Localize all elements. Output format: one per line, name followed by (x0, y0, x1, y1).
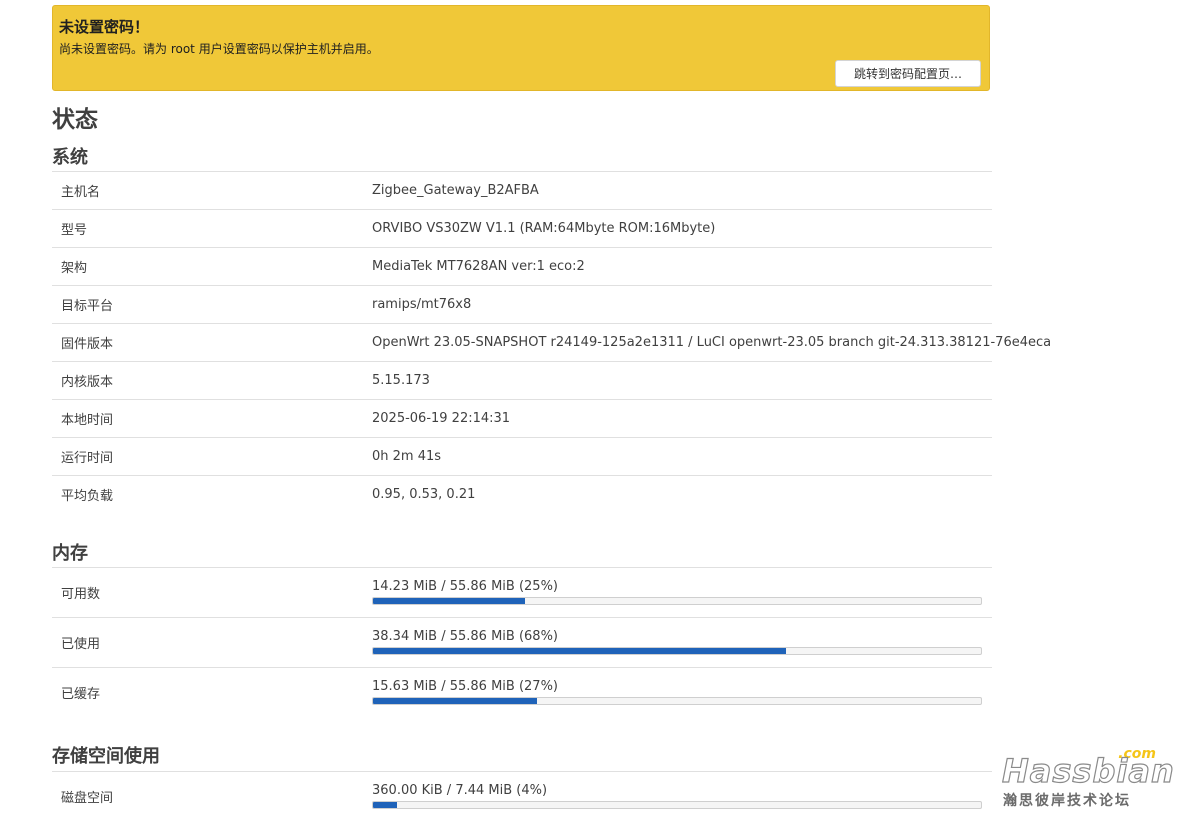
row-label: 架构 (61, 261, 88, 276)
row-label: 平均负载 (61, 489, 114, 504)
progress-track (372, 647, 982, 655)
row-label: 已使用 (61, 637, 101, 652)
row-value: Zigbee_Gateway_B2AFBA (372, 183, 539, 198)
row-label: 本地时间 (61, 413, 114, 428)
table-row: 可用数 14.23 MiB / 55.86 MiB (25%) (52, 567, 992, 617)
table-row: 本地时间 2025-06-19 22:14:31 (52, 399, 992, 437)
table-row: 型号 ORVIBO VS30ZW V1.1 (RAM:64Mbyte ROM:16… (52, 209, 992, 247)
row-value: 0h 2m 41s (372, 449, 442, 464)
row-label: 运行时间 (61, 451, 114, 466)
progress-bar: 38.34 MiB / 55.86 MiB (68%) (372, 630, 982, 655)
row-value: MediaTek MT7628AN ver:1 eco:2 (372, 259, 585, 274)
table-row: 目标平台 ramips/mt76x8 (52, 285, 992, 323)
row-label: 型号 (61, 223, 88, 238)
progress-fill (373, 598, 525, 604)
system-section-heading: 系统 (52, 147, 88, 168)
table-row: 内核版本 5.15.173 (52, 361, 992, 399)
row-label: 固件版本 (61, 337, 114, 352)
hassbian-watermark-logo: .com Hassbian 瀚思彼岸技术论坛 (1000, 746, 1174, 812)
table-row: 已使用 38.34 MiB / 55.86 MiB (68%) (52, 617, 992, 667)
progress-text: 15.63 MiB / 55.86 MiB (27%) (372, 679, 559, 694)
progress-text: 38.34 MiB / 55.86 MiB (68%) (372, 629, 559, 644)
row-label: 可用数 (61, 587, 101, 602)
table-row: 架构 MediaTek MT7628AN ver:1 eco:2 (52, 247, 992, 285)
alert-message: 尚未设置密码。请为 root 用户设置密码以保护主机并启用。 (59, 42, 379, 56)
memory-section-heading: 内存 (52, 543, 88, 564)
table-row: 运行时间 0h 2m 41s (52, 437, 992, 475)
page-title: 状态 (52, 107, 98, 133)
row-value: ramips/mt76x8 (372, 297, 472, 312)
table-row: 主机名 Zigbee_Gateway_B2AFBA (52, 171, 992, 209)
table-row: 磁盘空间 360.00 KiB / 7.44 MiB (4%) (52, 771, 992, 821)
progress-bar: 14.23 MiB / 55.86 MiB (25%) (372, 580, 982, 605)
progress-text: 360.00 KiB / 7.44 MiB (4%) (372, 783, 548, 798)
row-value: 2025-06-19 22:14:31 (372, 411, 511, 426)
progress-bar: 15.63 MiB / 55.86 MiB (27%) (372, 680, 982, 705)
progress-track (372, 697, 982, 705)
watermark-main: Hassbian (1001, 751, 1175, 790)
progress-track (372, 801, 982, 809)
password-warning-alert: 未设置密码！ 尚未设置密码。请为 root 用户设置密码以保护主机并启用。 跳转… (52, 5, 990, 91)
storage-table: 磁盘空间 360.00 KiB / 7.44 MiB (4%) (52, 771, 992, 821)
progress-fill (373, 648, 787, 654)
watermark-sub: 瀚思彼岸技术论坛 (1003, 793, 1131, 809)
progress-text: 14.23 MiB / 55.86 MiB (25%) (372, 579, 559, 594)
goto-password-config-button[interactable]: 跳转到密码配置页… (835, 60, 981, 87)
row-value: 0.95, 0.53, 0.21 (372, 487, 476, 502)
progress-track (372, 597, 982, 605)
progress-bar: 360.00 KiB / 7.44 MiB (4%) (372, 784, 982, 809)
alert-title: 未设置密码！ (59, 18, 150, 36)
table-row: 已缓存 15.63 MiB / 55.86 MiB (27%) (52, 667, 992, 717)
row-value: OpenWrt 23.05-SNAPSHOT r24149-125a2e1311… (372, 335, 1052, 350)
row-value: ORVIBO VS30ZW V1.1 (RAM:64Mbyte ROM:16Mb… (372, 221, 716, 236)
table-row: 固件版本 OpenWrt 23.05-SNAPSHOT r24149-125a2e… (52, 323, 1051, 361)
row-value: 5.15.173 (372, 373, 430, 388)
memory-table: 可用数 14.23 MiB / 55.86 MiB (25%) 已使用 38.3… (52, 567, 992, 717)
progress-fill (373, 698, 538, 704)
row-label: 主机名 (61, 185, 101, 200)
system-table: 主机名 Zigbee_Gateway_B2AFBA 型号 ORVIBO VS30ZW… (52, 171, 1051, 513)
progress-fill (373, 802, 398, 808)
row-label: 内核版本 (61, 375, 114, 390)
row-label: 磁盘空间 (61, 791, 114, 806)
row-label: 目标平台 (61, 299, 114, 314)
row-label: 已缓存 (61, 687, 101, 702)
storage-section-heading: 存储空间使用 (52, 746, 160, 767)
table-row: 平均负载 0.95, 0.53, 0.21 (52, 475, 992, 513)
